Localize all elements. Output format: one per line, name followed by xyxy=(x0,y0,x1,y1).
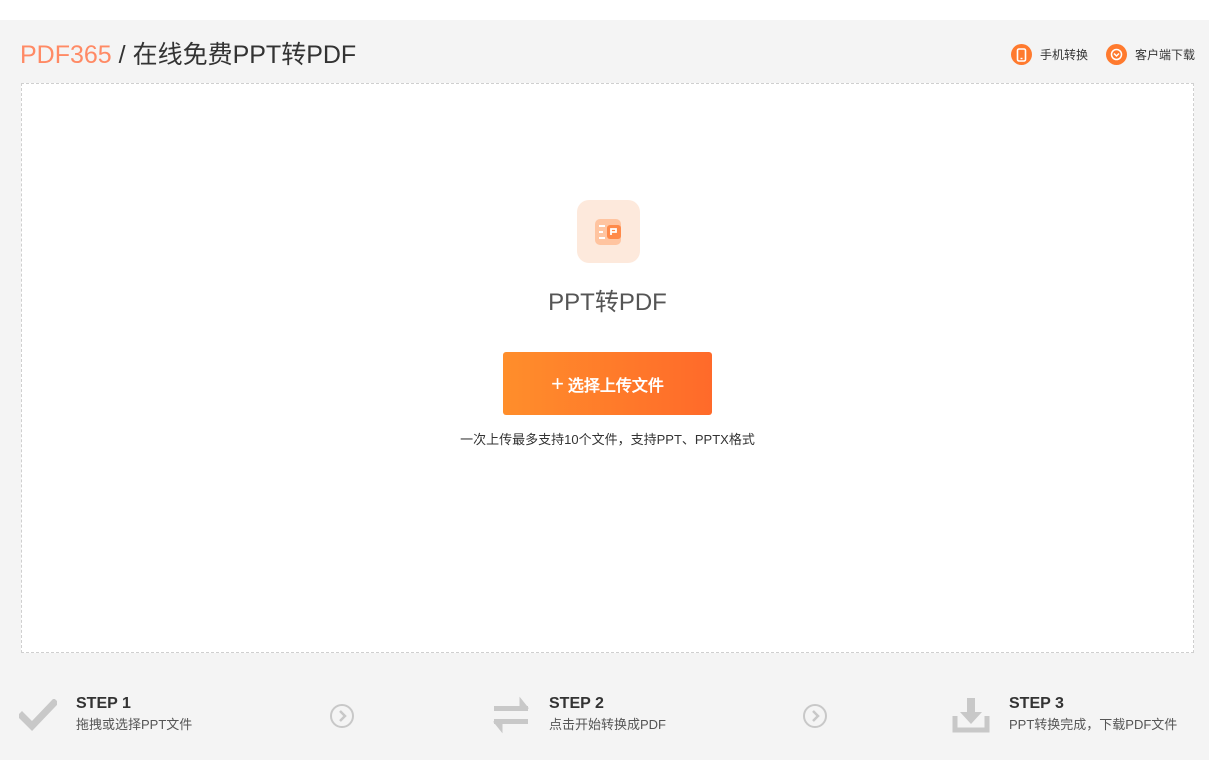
mobile-convert-link[interactable]: 手机转换 xyxy=(1010,44,1088,65)
header-links: 手机转换 客户端下载 xyxy=(1010,44,1195,65)
step-2-title: STEP 2 xyxy=(549,695,604,712)
step-1-title: STEP 1 xyxy=(76,695,131,712)
phone-icon xyxy=(1010,44,1032,65)
step-1: STEP 1 拖拽或选择PPT文件 xyxy=(18,693,192,735)
header: PDF365 / 在线免费PPT转PDF 手机转换 客户端下载 xyxy=(20,38,1195,72)
select-upload-file-button[interactable]: + 选择上传文件 xyxy=(503,352,712,415)
tool-name: PPT转PDF xyxy=(548,289,667,316)
steps-bar: STEP 1 拖拽或选择PPT文件 STEP 2 点击开始转换成PDF STEP… xyxy=(0,683,1209,743)
title-separator: / xyxy=(118,41,126,69)
step-arrow-1-icon xyxy=(330,704,354,728)
step-3: STEP 3 PPT转换完成，下载PDF文件 xyxy=(951,693,1177,735)
step-1-desc: 拖拽或选择PPT文件 xyxy=(76,717,193,732)
upload-hint: 一次上传最多支持10个文件，支持PPT、PPTX格式 xyxy=(460,432,755,447)
client-download-label: 客户端下载 xyxy=(1134,48,1195,62)
page-title-text: 在线免费PPT转PDF xyxy=(132,41,357,69)
convert-arrows-icon xyxy=(491,695,531,735)
upload-button-label: 选择上传文件 xyxy=(567,377,664,395)
brand-link[interactable]: PDF365 xyxy=(20,41,112,69)
step-2-desc: 点击开始转换成PDF xyxy=(549,717,667,732)
download-tray-icon xyxy=(951,695,991,735)
mobile-convert-label: 手机转换 xyxy=(1039,48,1088,62)
page-title: PDF365 / 在线免费PPT转PDF xyxy=(20,38,356,72)
step-2: STEP 2 点击开始转换成PDF xyxy=(491,693,666,735)
step-3-title: STEP 3 xyxy=(1009,695,1064,712)
download-client-icon xyxy=(1105,44,1127,65)
checkmark-icon xyxy=(18,695,58,735)
plus-icon: + xyxy=(551,370,564,396)
ppt-to-pdf-icon xyxy=(577,200,640,263)
page: PDF365 / 在线免费PPT转PDF 手机转换 客户端下载 PPT转PDF … xyxy=(0,20,1209,760)
client-download-link[interactable]: 客户端下载 xyxy=(1105,44,1195,65)
upload-dropzone[interactable]: PPT转PDF + 选择上传文件 一次上传最多支持10个文件，支持PPT、PPT… xyxy=(21,83,1194,653)
step-3-desc: PPT转换完成，下载PDF文件 xyxy=(1009,717,1178,732)
step-arrow-2-icon xyxy=(803,704,827,728)
